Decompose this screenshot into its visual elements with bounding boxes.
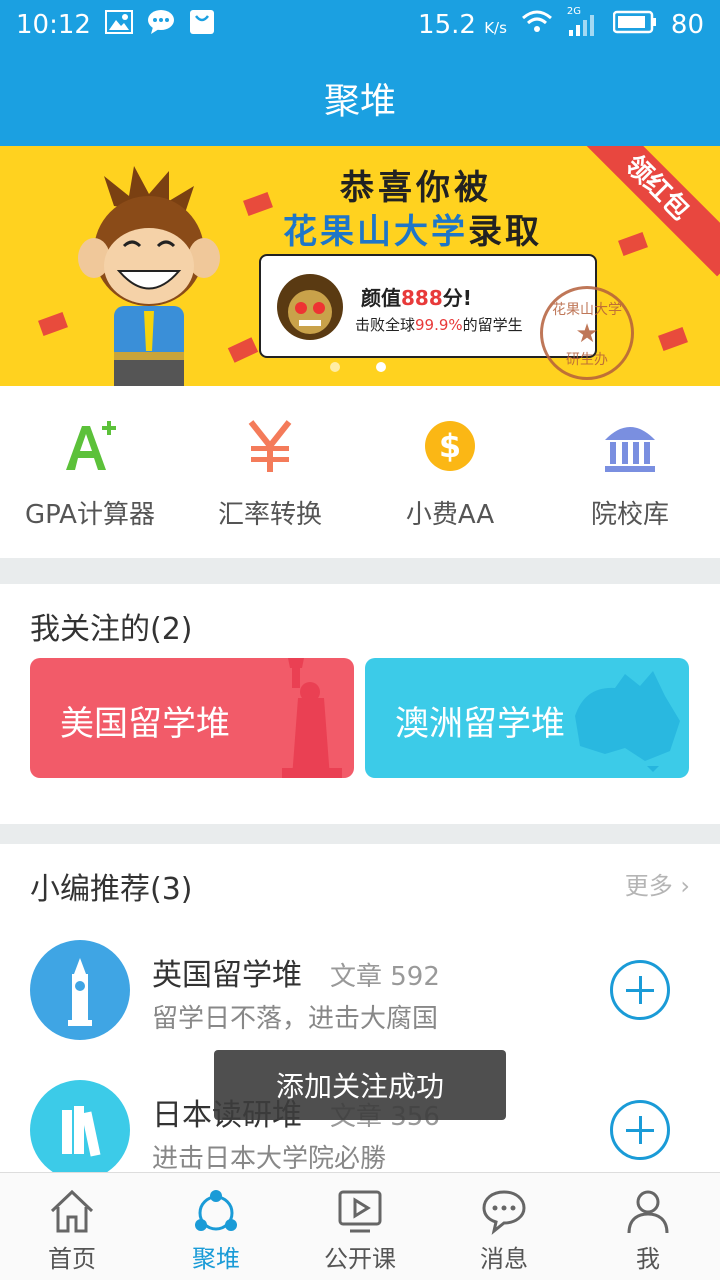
dollar-icon: $ [425, 421, 475, 471]
follow-add-button[interactable] [610, 1100, 670, 1160]
tool-school-library[interactable]: 院校库 [540, 386, 720, 558]
tool-label: 小费AA [405, 500, 495, 530]
australia-map-icon [575, 671, 680, 772]
battery-level: 80 [670, 10, 704, 40]
banner-rank-text: 击败全球99.9%的留学生 [355, 316, 523, 334]
share-network-icon [195, 1190, 237, 1231]
tool-label: 汇率转换 [217, 500, 322, 530]
page-title: 聚堆 [323, 81, 396, 122]
network-type: 2G [566, 6, 582, 17]
image-icon [104, 9, 133, 41]
signal-icon: 2G [567, 6, 599, 38]
promo-banner[interactable]: 恭喜你被 花果山大学录取 颜值888分! 击败全球99.9%的留学生 花果山大学… [0, 146, 720, 386]
toast-message: 添加关注成功 [214, 1050, 506, 1120]
status-time: 10:12 [16, 10, 91, 40]
carousel-dot-active [376, 362, 386, 372]
app-header: 聚堆 [0, 50, 720, 146]
follow-card-usa[interactable]: 美国留学堆 [30, 658, 354, 778]
carousel-indicator [330, 362, 386, 372]
section-divider [0, 558, 720, 584]
recommend-title: 小编推荐(3) [30, 872, 193, 907]
seal-stamp: 花果山大学 ★ 研生办 [540, 286, 634, 380]
tool-label: 院校库 [590, 500, 669, 530]
monkey-face-icon [277, 274, 343, 340]
follow-card-label: 澳洲留学堆 [395, 704, 565, 744]
chat-icon [147, 9, 175, 42]
tab-label: 消息 [480, 1245, 528, 1273]
item-description: 留学日不落，进击大腐国 [152, 1004, 439, 1034]
tool-grid: GPA计算器 汇率转换 $ 小费AA 院校库 [0, 386, 720, 558]
tab-label: 我 [636, 1245, 660, 1273]
wifi-icon [521, 10, 553, 41]
tab-messages[interactable]: 消息 [432, 1173, 576, 1280]
user-icon [627, 1190, 669, 1234]
chat-bubble-icon [482, 1190, 526, 1235]
banner-headline-school: 花果山大学录取 [283, 212, 542, 252]
tool-label: GPA计算器 [25, 500, 155, 530]
status-bar: 10:12 15.2 K/s 2G 80 [0, 0, 720, 50]
tool-tip-split[interactable]: $ 小费AA [360, 386, 540, 558]
a-plus-icon [66, 421, 116, 470]
bottom-tab-bar: 首页 聚堆 公开课 消息 我 [0, 1172, 720, 1280]
section-divider [0, 824, 720, 844]
tab-home[interactable]: 首页 [0, 1173, 144, 1280]
statue-of-liberty-icon [282, 658, 342, 778]
svg-text:$: $ [439, 427, 461, 465]
chevron-right-icon: › [680, 872, 690, 900]
tab-label: 首页 [48, 1245, 96, 1273]
yen-icon [248, 420, 292, 472]
home-icon [50, 1189, 94, 1233]
tab-groups[interactable]: 聚堆 [144, 1173, 288, 1280]
banner-score-text: 颜值888分! [361, 286, 472, 310]
carousel-dot [330, 362, 340, 372]
tab-label: 公开课 [324, 1245, 396, 1273]
following-title: 我关注的(2) [30, 612, 193, 647]
video-play-icon [338, 1190, 382, 1233]
more-link[interactable]: 更多 › [625, 866, 690, 901]
battery-icon [612, 10, 657, 41]
tab-label: 聚堆 [192, 1245, 240, 1273]
follow-add-button[interactable] [610, 960, 670, 1020]
item-article-count: 文章 592 [330, 962, 440, 992]
follow-card-australia[interactable]: 澳洲留学堆 [365, 658, 689, 778]
big-ben-avatar [30, 940, 130, 1040]
banner-headline: 恭喜你被 [340, 168, 492, 208]
tab-profile[interactable]: 我 [576, 1173, 720, 1280]
tool-exchange-rate[interactable]: 汇率转换 [180, 386, 360, 558]
tool-gpa-calculator[interactable]: GPA计算器 [0, 386, 180, 558]
network-speed: 15.2 K/s [418, 10, 507, 40]
institution-icon [605, 427, 655, 472]
item-name: 英国留学堆 [152, 958, 302, 993]
books-avatar [30, 1080, 130, 1180]
follow-card-label: 美国留学堆 [60, 704, 230, 744]
item-description: 进击日本大学院必勝 [152, 1144, 387, 1174]
tab-open-course[interactable]: 公开课 [288, 1173, 432, 1280]
shopping-bag-icon [189, 9, 215, 42]
